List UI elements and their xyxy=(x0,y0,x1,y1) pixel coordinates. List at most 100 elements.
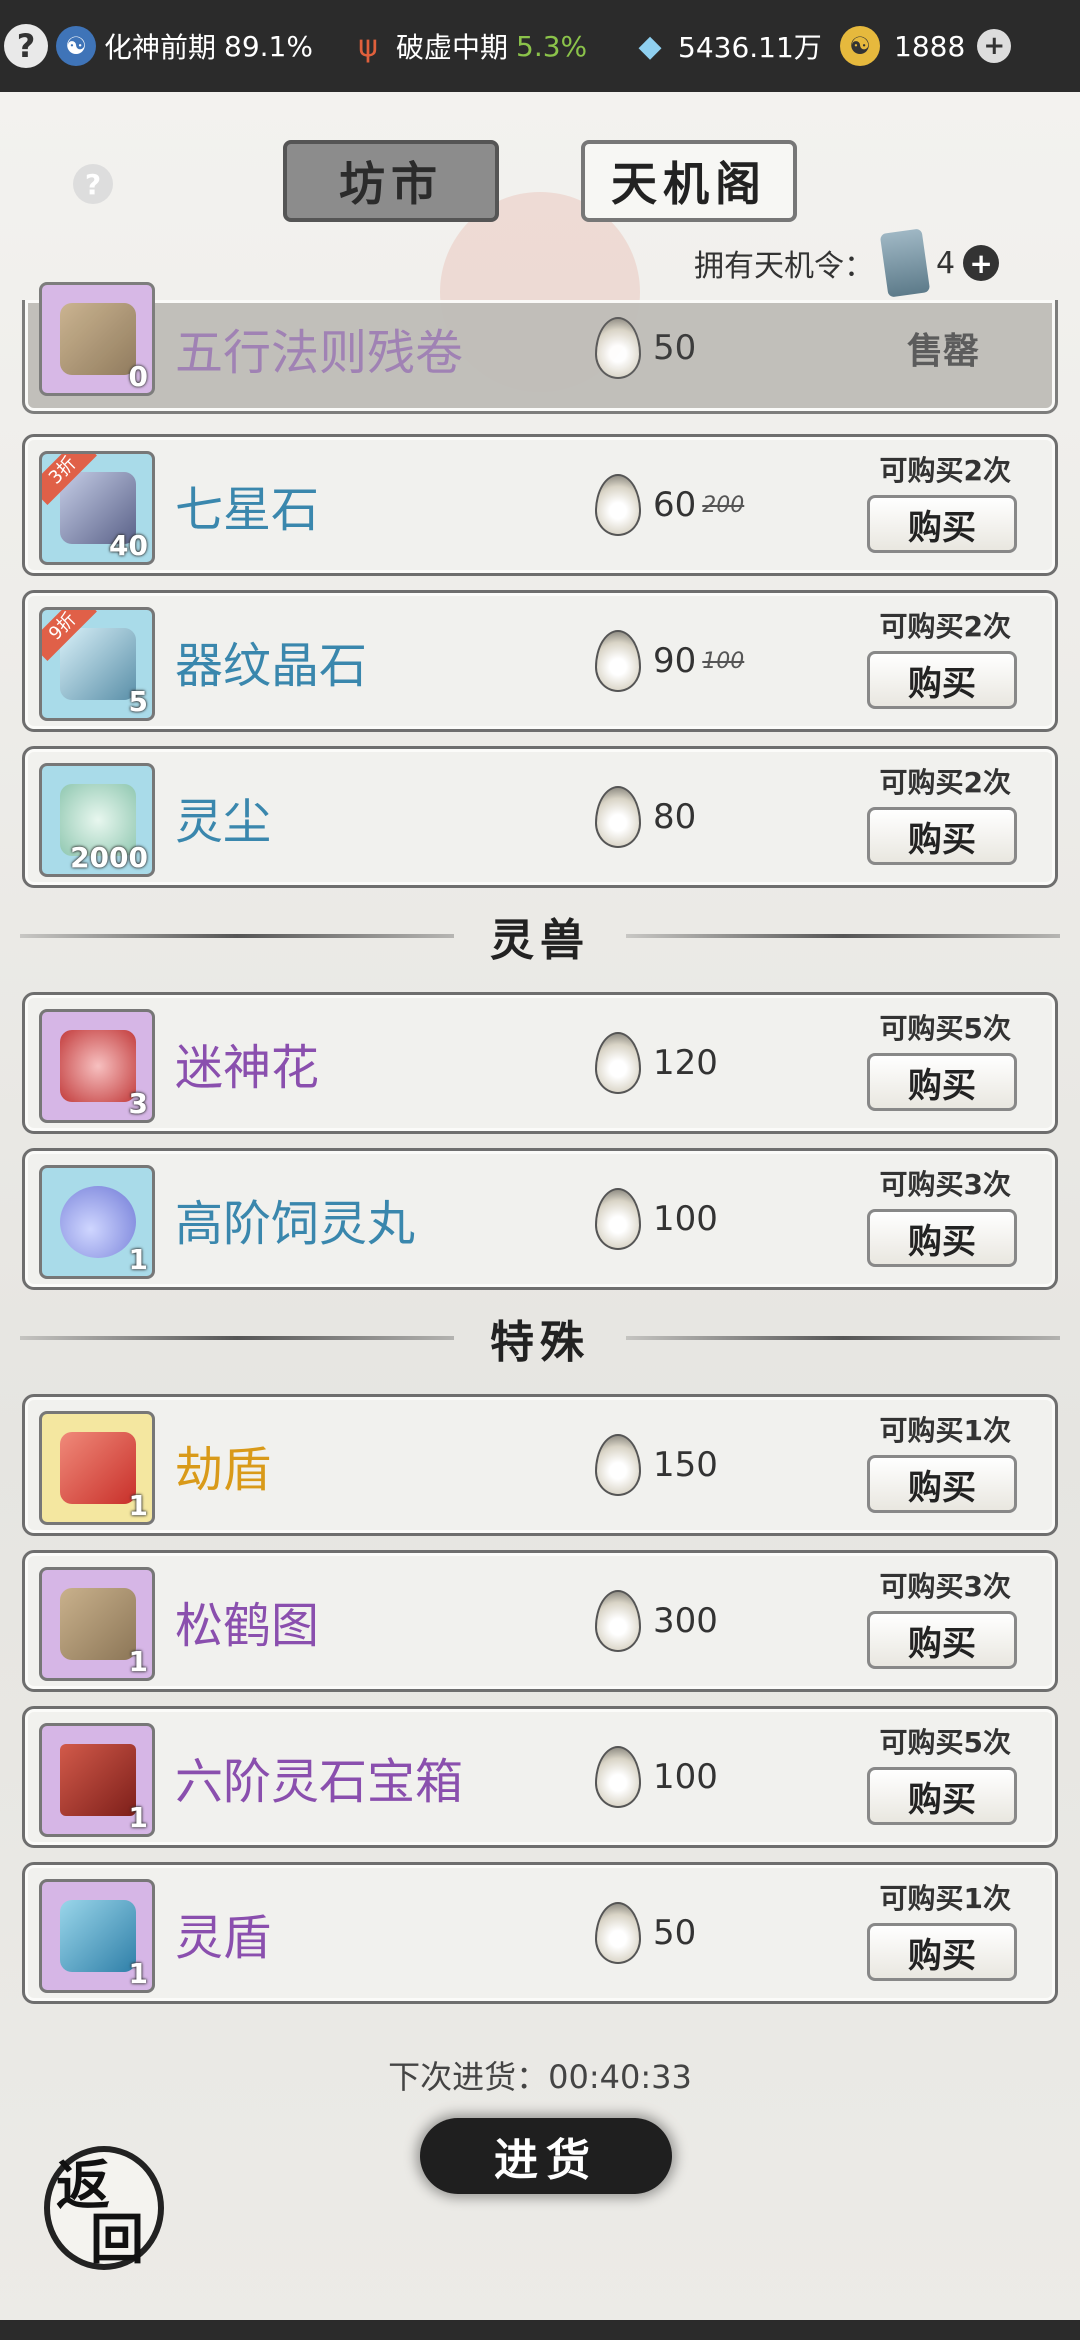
crystal-icon xyxy=(60,628,136,700)
divider-line xyxy=(626,934,1060,938)
divider-line xyxy=(20,1336,454,1340)
item-quantity: 1 xyxy=(128,1957,148,1990)
purchase-limit: 可购买2次 xyxy=(879,454,1011,487)
spirit-flame-currency-icon xyxy=(595,1590,641,1652)
section-divider-special: 特殊 xyxy=(20,1308,1060,1368)
price-value: 80 xyxy=(653,797,697,837)
original-price: 200 xyxy=(702,492,745,518)
owned-label: 拥有天机令： xyxy=(694,249,874,284)
spirit-stone-value: 5436.11万 xyxy=(678,31,822,64)
price-value: 100 xyxy=(653,1757,718,1797)
item-price: 150 xyxy=(595,1397,718,1533)
price-value: 90 xyxy=(653,641,697,681)
item-price: 300 xyxy=(595,1553,718,1689)
spirit-flame-currency-icon xyxy=(595,1434,641,1496)
item-price: 50 xyxy=(595,300,696,396)
buy-button[interactable]: 购买 xyxy=(867,1209,1017,1267)
item-quantity: 1 xyxy=(128,1489,148,1522)
purchase-limit: 可购买5次 xyxy=(879,1726,1011,1759)
tribulation-label: 破虚中期 xyxy=(396,31,509,64)
price-value: 50 xyxy=(653,1913,697,1953)
item-quantity: 3 xyxy=(128,1087,148,1120)
spirit-flame-currency-icon xyxy=(595,317,641,379)
buy-button[interactable]: 购买 xyxy=(867,495,1017,553)
item-quantity: 40 xyxy=(109,529,148,562)
help-button[interactable]: ? xyxy=(4,0,48,92)
scroll-icon xyxy=(60,303,136,375)
tab-market[interactable]: 坊市 xyxy=(283,140,499,222)
shop-item-card: 1 劫盾 150 可购买1次 购买 xyxy=(22,1394,1058,1536)
shop-help-icon[interactable]: ? xyxy=(73,164,113,204)
owned-count: 4 xyxy=(936,245,956,281)
item-name: 高阶饲灵丸 xyxy=(175,1196,416,1252)
item-quantity: 2000 xyxy=(70,841,148,874)
shop-item-card: 1 灵盾 50 可购买1次 购买 xyxy=(22,1862,1058,2004)
buy-button[interactable]: 购买 xyxy=(867,807,1017,865)
purchase-limit: 可购买3次 xyxy=(879,1570,1011,1603)
buy-button[interactable]: 购买 xyxy=(867,1611,1017,1669)
buy-button[interactable]: 购买 xyxy=(867,1767,1017,1825)
item-thumbnail[interactable]: 1 xyxy=(39,1567,155,1681)
back-button[interactable]: 返 回 xyxy=(44,2146,164,2270)
realm-label: 化神前期 xyxy=(104,31,217,64)
shop-item-card: 3 迷神花 120 可购买5次 购买 xyxy=(22,992,1058,1134)
item-quantity: 1 xyxy=(128,1801,148,1834)
restock-button[interactable]: 进货 xyxy=(420,2118,672,2194)
realm-percent: 89.1% xyxy=(224,29,313,63)
back-label-2: 回 xyxy=(90,2207,144,2271)
shop-item-card: 3折 40 七星石 60 200 可购买2次 购买 xyxy=(22,434,1058,576)
item-quantity: 1 xyxy=(128,1243,148,1276)
item-price: 100 xyxy=(595,1709,718,1845)
item-name: 迷神花 xyxy=(175,1040,320,1096)
tribulation-status: ψ 破虚中期 5.3% xyxy=(348,0,587,92)
section-title: 特殊 xyxy=(490,1317,590,1368)
flower-icon xyxy=(60,1030,136,1102)
add-jade-button[interactable]: + xyxy=(977,29,1012,63)
talisman-icon xyxy=(60,1900,136,1972)
next-restock-timer: 下次进货：00:40:33 xyxy=(388,2058,692,2096)
item-thumbnail[interactable]: 1 xyxy=(39,1879,155,1993)
spirit-flame-currency-icon xyxy=(595,1188,641,1250)
price-value: 100 xyxy=(653,1199,718,1239)
section-title: 灵兽 xyxy=(490,915,590,966)
jade-value: 1888 xyxy=(894,29,966,63)
talisman-icon xyxy=(60,1432,136,1504)
bottom-bar xyxy=(0,2320,1080,2340)
spirit-flame-currency-icon xyxy=(595,1032,641,1094)
help-icon[interactable]: ? xyxy=(4,24,48,68)
item-thumbnail[interactable]: 1 xyxy=(39,1165,155,1279)
shop-item-card: 1 高阶饲灵丸 100 可购买3次 购买 xyxy=(22,1148,1058,1290)
buy-button[interactable]: 购买 xyxy=(867,1455,1017,1513)
yin-yang-icon: ☯ xyxy=(56,26,96,66)
item-thumbnail[interactable]: 3 xyxy=(39,1009,155,1123)
buy-button[interactable]: 购买 xyxy=(867,651,1017,709)
top-status-bar: ? ☯ 化神前期 89.1% ψ 破虚中期 5.3% ◆ 5436.11万 ☯ … xyxy=(0,0,1080,92)
item-price: 60 200 xyxy=(595,437,744,573)
original-price: 100 xyxy=(702,648,745,674)
item-thumbnail[interactable]: 1 xyxy=(39,1411,155,1525)
item-thumbnail[interactable]: 2000 xyxy=(39,763,155,877)
item-thumbnail[interactable]: 3折 40 xyxy=(39,451,155,565)
spirit-flame-currency-icon xyxy=(595,630,641,692)
item-price: 90 100 xyxy=(595,593,744,729)
shop-item-card: 9折 5 器纹晶石 90 100 可购买2次 购买 xyxy=(22,590,1058,732)
buy-button[interactable]: 购买 xyxy=(867,1053,1017,1111)
purchase-limit: 可购买2次 xyxy=(879,610,1011,643)
item-price: 100 xyxy=(595,1151,718,1287)
item-thumbnail[interactable]: 9折 5 xyxy=(39,607,155,721)
item-name: 劫盾 xyxy=(175,1442,272,1498)
realm-status: ☯ 化神前期 89.1% xyxy=(56,0,313,92)
owned-token-counter: 拥有天机令： 4 + xyxy=(694,228,1000,298)
item-thumbnail[interactable]: 1 xyxy=(39,1723,155,1837)
pill-gourd-icon xyxy=(60,1186,136,1258)
sold-out-label: 售罄 xyxy=(906,331,979,372)
tab-tianji[interactable]: 天机阁 xyxy=(581,140,797,222)
price-value: 120 xyxy=(653,1043,718,1083)
buy-button[interactable]: 购买 xyxy=(867,1923,1017,1981)
shop-item-card: 1 松鹤图 300 可购买3次 购买 xyxy=(22,1550,1058,1692)
price-value: 60 xyxy=(653,485,697,525)
divider-line xyxy=(20,934,454,938)
treasure-chest-icon xyxy=(60,1744,136,1816)
item-name: 灵尘 xyxy=(175,794,272,850)
add-token-button[interactable]: + xyxy=(963,245,1000,281)
